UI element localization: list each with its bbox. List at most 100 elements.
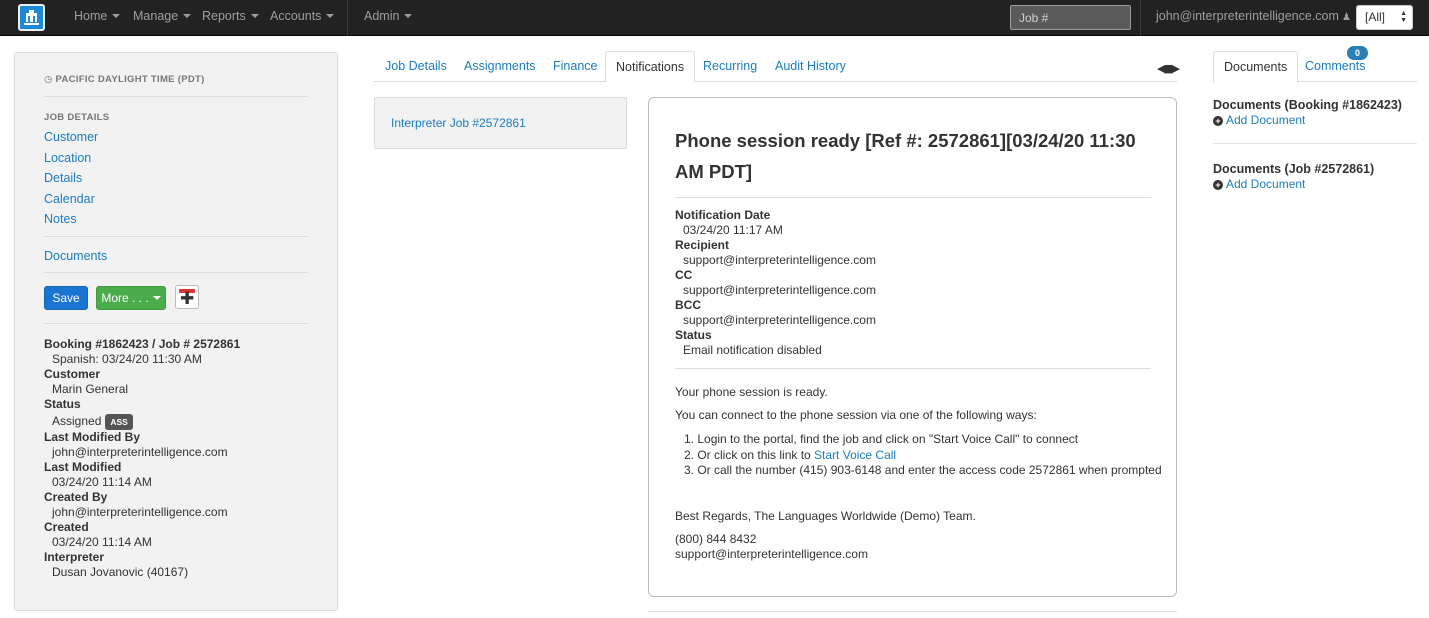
scope-select[interactable]: [All] ▲ ▼ xyxy=(1356,5,1413,30)
nav-reports-menu[interactable]: Reports xyxy=(202,0,259,36)
created-by-value: john@interpreterintelligence.com xyxy=(52,505,228,519)
skip-first-last-icon[interactable]: ◀▮▮▶ xyxy=(1157,62,1180,75)
job-sidebar: ◷ PACIFIC DAYLIGHT TIME (PDT) JOB DETAIL… xyxy=(14,52,338,611)
list-item: 1. Login to the portal, find the job and… xyxy=(684,432,1079,446)
top-navbar: Home Manage Reports Accounts Admin john@… xyxy=(0,0,1429,36)
chevron-down-icon xyxy=(404,13,413,18)
timezone-label: ◷ PACIFIC DAYLIGHT TIME (PDT) xyxy=(44,74,205,85)
job-search-input[interactable] xyxy=(1010,5,1131,30)
tab-notifications[interactable]: Notifications xyxy=(605,51,696,83)
connection-steps-list: 1. Login to the portal, find the job and… xyxy=(675,432,1162,479)
notification-body-line: You can connect to the phone session via… xyxy=(675,408,1037,422)
nav-admin-menu[interactable]: Admin xyxy=(364,0,413,36)
sidebar-link-details[interactable]: Details xyxy=(44,171,82,185)
job-details-heading: JOB DETAILS xyxy=(44,112,110,123)
chevron-down-icon xyxy=(112,13,121,18)
bcc-value: support@interpreterintelligence.com xyxy=(683,313,876,327)
tab-documents[interactable]: Documents xyxy=(1213,51,1299,83)
language-line: Spanish: 03/24/20 11:30 AM xyxy=(52,352,202,366)
job-tabs: Job Details Assignments Finance Notifica… xyxy=(374,51,1177,83)
booking-documents-title: Documents (Booking #1862423) xyxy=(1213,98,1402,112)
divider xyxy=(1213,143,1417,144)
notification-job-list: Interpreter Job #2572861 xyxy=(374,97,627,149)
divider xyxy=(44,236,308,237)
sidebar-link-calendar[interactable]: Calendar xyxy=(44,192,95,206)
created-by-label: Created By xyxy=(44,490,108,504)
notification-body-line: Your phone session is ready. xyxy=(675,385,828,399)
customer-value: Marin General xyxy=(52,382,129,396)
sidebar-link-location[interactable]: Location xyxy=(44,151,91,165)
job-documents-title: Documents (Job #2572861) xyxy=(1213,162,1375,176)
divider xyxy=(44,96,308,97)
plus-circle-icon: + xyxy=(1213,180,1223,190)
add-to-calendar-button[interactable]: ✚ xyxy=(175,285,199,309)
cc-label: CC xyxy=(675,268,693,282)
divider xyxy=(44,323,308,324)
list-item: 2. Or click on this link to Start Voice … xyxy=(684,447,897,462)
sidebar-link-notes[interactable]: Notes xyxy=(44,212,77,226)
start-voice-call-link[interactable]: Start Voice Call xyxy=(814,448,896,462)
status-value: Assigned ASS xyxy=(44,412,334,430)
booking-job-line: Booking #1862423 / Job # 2572861 xyxy=(44,337,241,351)
tab-job-details[interactable]: Job Details xyxy=(385,51,447,82)
sidebar-link-documents[interactable]: Documents xyxy=(44,249,107,263)
right-tabs: Documents Comments xyxy=(1213,51,1417,83)
sidebar-link-customer[interactable]: Customer xyxy=(44,130,98,144)
tab-recurring[interactable]: Recurring xyxy=(703,51,757,82)
clock-icon: ◷ xyxy=(44,74,53,85)
created-label: Created xyxy=(44,520,89,534)
bcc-label: BCC xyxy=(675,298,701,312)
created-value: 03/24/20 11:14 AM xyxy=(52,535,152,549)
chevron-down-icon xyxy=(250,13,259,18)
notification-date-label: Notification Date xyxy=(675,208,771,222)
recipient-value: support@interpreterintelligence.com xyxy=(683,253,876,267)
support-phone: (800) 844 8432 xyxy=(675,532,757,546)
user-icon: ♟ xyxy=(1341,12,1351,23)
status-value: Email notification disabled xyxy=(683,343,822,357)
app-logo-icon[interactable] xyxy=(18,4,45,31)
nav-home-menu[interactable]: Home xyxy=(74,0,121,36)
divider xyxy=(648,611,1177,612)
divider xyxy=(675,368,1151,369)
divider xyxy=(44,272,308,273)
job-list-item[interactable]: Interpreter Job #2572861 xyxy=(391,116,526,130)
last-modified-value: 03/24/20 11:14 AM xyxy=(52,475,152,489)
interpreter-value: Dusan Jovanovic (40167) xyxy=(52,565,189,579)
divider xyxy=(675,197,1151,198)
list-item: 3. Or call the number (415) 903-6148 and… xyxy=(684,463,1162,477)
notification-card: Phone session ready [Ref #: 2572861][03/… xyxy=(648,97,1177,597)
plus-circle-icon: + xyxy=(1213,116,1223,126)
notification-date-value: 03/24/20 11:17 AM xyxy=(683,223,783,237)
save-button[interactable]: Save xyxy=(44,286,88,310)
last-modified-by-value: john@interpreterintelligence.com xyxy=(52,445,228,459)
chevron-down-icon xyxy=(152,295,161,300)
user-email: john@interpreterintelligence.com xyxy=(1156,9,1339,23)
nav-manage-menu[interactable]: Manage xyxy=(133,0,192,36)
notification-fields: Notification Date 03/24/20 11:17 AM Reci… xyxy=(675,208,876,358)
cc-value: support@interpreterintelligence.com xyxy=(683,283,876,297)
user-menu[interactable]: john@interpreterintelligence.com ♟ xyxy=(1156,0,1364,36)
add-job-document-link[interactable]: + Add Document xyxy=(1213,177,1305,191)
nav-accounts-menu[interactable]: Accounts xyxy=(270,0,335,36)
interpreter-label: Interpreter xyxy=(44,550,105,564)
tab-audit-history[interactable]: Audit History xyxy=(775,51,846,82)
customer-label: Customer xyxy=(44,367,101,381)
plus-icon: ✚ xyxy=(180,289,195,308)
chevron-down-icon xyxy=(326,13,335,18)
status-badge: ASS xyxy=(105,413,133,430)
tab-finance[interactable]: Finance xyxy=(553,51,597,82)
notification-title: Phone session ready [Ref #: 2572861][03/… xyxy=(675,130,1136,182)
more-dropdown-button[interactable]: More . . . xyxy=(96,286,166,310)
add-booking-document-link[interactable]: + Add Document xyxy=(1213,113,1305,127)
chevron-down-icon xyxy=(183,13,192,18)
last-modified-label: Last Modified xyxy=(44,460,122,474)
tab-assignments[interactable]: Assignments xyxy=(464,51,536,82)
status-label: Status xyxy=(44,397,81,411)
nav-divider xyxy=(347,0,348,36)
support-email: support@interpreterintelligence.com xyxy=(675,547,868,561)
status-label: Status xyxy=(675,328,712,342)
recipient-label: Recipient xyxy=(675,238,730,252)
last-modified-by-label: Last Modified By xyxy=(44,430,141,444)
comments-count-badge: 0 xyxy=(1347,46,1368,60)
nav-divider xyxy=(1140,0,1141,36)
